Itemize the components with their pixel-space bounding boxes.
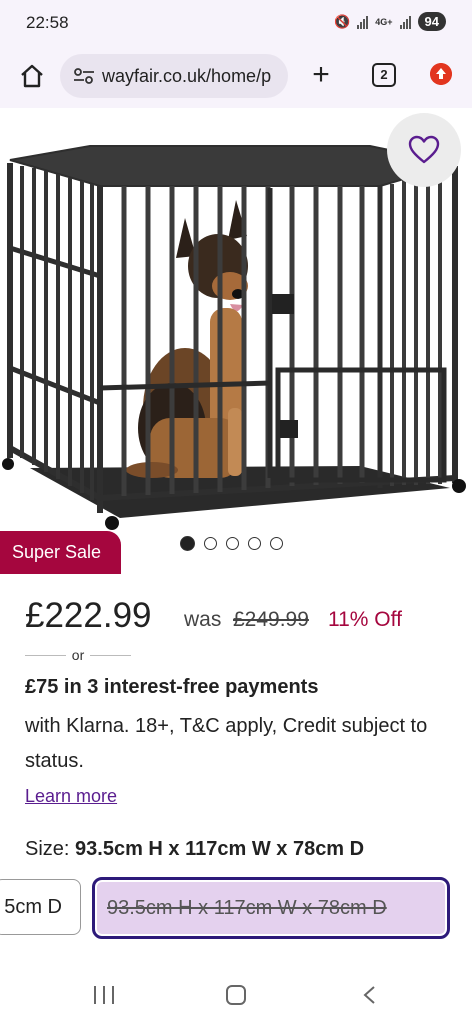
wheel [452,479,466,493]
tab-switcher-button[interactable]: 2 [372,63,396,87]
carousel-dot[interactable] [180,536,195,551]
learn-more-link[interactable]: Learn more [25,786,117,807]
discount-label: 11% Off [328,608,402,631]
right-bars [390,168,442,486]
size-option-selected[interactable]: 93.5cm H x 117cm W x 78cm D [92,877,450,939]
size-label: Size: [25,838,70,860]
was-price: £249.99 [233,608,309,631]
home-nav-icon[interactable] [226,985,246,1005]
status-bar: 22:58 🔇 4G+ 94 [0,0,472,48]
dog-illustration [126,200,248,478]
heart-icon [408,135,440,164]
status-time: 22:58 [26,13,69,32]
size-option-label: 93.5cm H x 117cm W x 78cm D [107,897,387,919]
system-nav-bar [0,968,472,1024]
size-selected-value: 93.5cm H x 117cm W x 78cm D [75,838,365,860]
current-price: £222.99 [25,596,152,635]
update-icon[interactable] [430,63,452,85]
door-latch-2 [280,420,298,438]
carousel-dot[interactable] [204,537,217,550]
size-summary: Size: 93.5cm H x 117cm W x 78cm D [25,838,364,861]
carousel-dot[interactable] [226,537,239,550]
sale-badge: Super Sale [0,531,121,574]
divider-line [90,654,132,656]
recents-icon[interactable] [94,986,114,1004]
address-bar[interactable]: wayfair.co.uk/home/p [60,54,288,98]
signal-icon [357,15,369,29]
door-latch [272,294,294,314]
site-settings-icon[interactable] [72,66,96,86]
was-label: was [184,608,222,631]
carousel-dot[interactable] [248,537,261,550]
financing-detail: with Klarna. 18+, T&C apply, Credit subj… [25,715,428,772]
left-bars [20,166,94,500]
home-icon[interactable] [18,62,46,90]
or-label: or [71,647,85,663]
browser-toolbar: wayfair.co.uk/home/p + 2 [0,48,472,108]
mute-icon: 🔇 [334,13,351,29]
back-icon[interactable] [360,985,380,1005]
status-icons: 🔇 4G+ 94 [334,12,446,31]
wheel [2,458,14,470]
size-option[interactable]: 5cm D [0,879,81,935]
signal-icon-2 [399,15,411,29]
carousel-indicator[interactable] [180,536,283,551]
new-tab-button[interactable]: + [306,58,336,94]
favorite-button[interactable] [387,113,461,187]
wheel [105,516,119,530]
url-text: wayfair.co.uk/home/p [102,65,272,86]
financing-headline: £75 in 3 interest-free payments [25,676,319,698]
battery-level: 94 [417,12,446,31]
or-divider: or [25,645,132,665]
network-type: 4G+ [375,16,393,27]
divider-line [25,654,66,656]
carousel-dot[interactable] [270,537,283,550]
